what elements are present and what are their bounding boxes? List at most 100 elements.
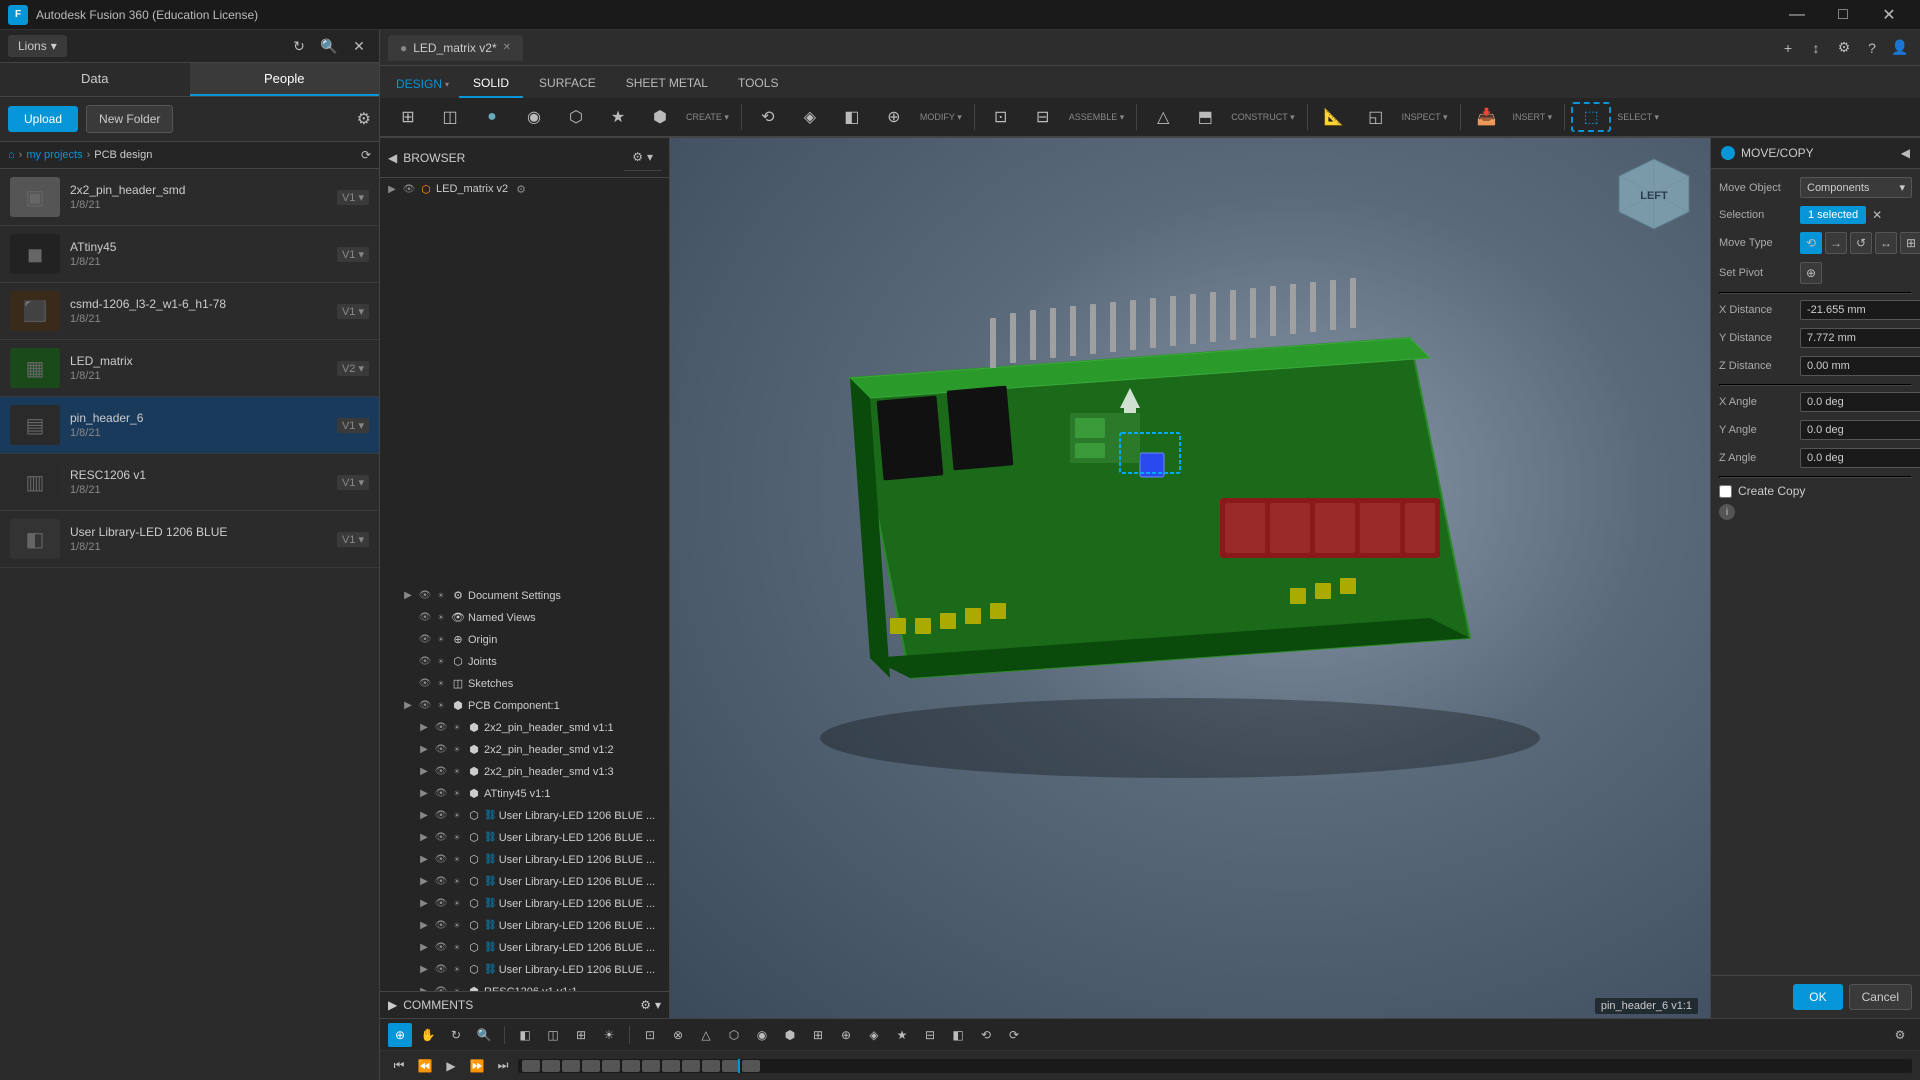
light-icon[interactable]: ☀ [434, 655, 448, 669]
expand-icon[interactable]: ▶ [416, 940, 432, 956]
tree-item-4[interactable]: 👁 ☀ ◫ Sketches [380, 673, 669, 695]
tb-btn5[interactable]: ◉ [750, 1023, 774, 1047]
construct-btn2[interactable]: ⬒ [1185, 104, 1225, 130]
tree-item-0[interactable]: ▶ 👁 ☀ ⚙ Document Settings [380, 585, 669, 607]
expand-icon[interactable]: ▶ [384, 181, 400, 197]
workspace-button[interactable]: Lions ▾ [8, 35, 67, 57]
assemble-btn2[interactable]: ⊟ [1023, 104, 1063, 130]
tree-item-3[interactable]: 👁 ☀ ⬡ Joints [380, 651, 669, 673]
search-button[interactable]: 🔍 [317, 34, 341, 58]
visibility-icon[interactable]: 👁 [434, 765, 448, 779]
chamfer-button[interactable]: ◧ [832, 104, 872, 130]
expand-icon[interactable] [400, 676, 416, 692]
tb-btn6[interactable]: ⬢ [778, 1023, 802, 1047]
selection-button[interactable]: 1 selected [1800, 206, 1866, 224]
expand-icon[interactable]: ▶ [416, 918, 432, 934]
expand-icon[interactable]: ▶ [400, 698, 416, 714]
move-type-other[interactable]: ⊞ [1900, 232, 1920, 254]
timeline-next-button[interactable]: ⏩ [466, 1055, 488, 1077]
project-item-p7[interactable]: ◧ User Library-LED 1206 BLUE 1/8/21 V1 ▾ [0, 511, 379, 568]
visibility-icon[interactable]: 👁 [418, 655, 432, 669]
tree-item-14[interactable]: ▶ 👁 ☀ ⬡ ⛓ User Library-LED 1206 BLUE ... [380, 893, 669, 915]
light-icon[interactable]: ☀ [434, 611, 448, 625]
light-icon[interactable]: ☀ [450, 919, 464, 933]
visibility-icon[interactable]: 👁 [434, 721, 448, 735]
timeline-start-button[interactable]: ⏮ [388, 1055, 410, 1077]
tb-btn3[interactable]: △ [694, 1023, 718, 1047]
panel-collapse-button[interactable]: ◀ [1901, 146, 1910, 160]
breadcrumb-my-projects[interactable]: my projects [26, 149, 82, 161]
zoom-button[interactable]: 🔍 [472, 1023, 496, 1047]
tb-btn9[interactable]: ◈ [862, 1023, 886, 1047]
visibility-icon[interactable]: 👁 [434, 743, 448, 757]
browser-collapse-button[interactable]: ◀ [388, 151, 397, 165]
set-pivot-button[interactable]: ⊕ [1800, 262, 1822, 284]
settings-button[interactable]: ⚙ [357, 109, 371, 129]
tab-surface[interactable]: SURFACE [525, 70, 610, 98]
hub-settings-button[interactable]: ⚙ [1832, 36, 1856, 60]
y-distance-input[interactable] [1800, 328, 1920, 348]
move-type-along-x[interactable]: → [1825, 232, 1847, 254]
select-btn1[interactable]: ⬚ [1571, 102, 1611, 132]
tb-btn11[interactable]: ⊟ [918, 1023, 942, 1047]
close-button[interactable]: ✕ [1866, 0, 1912, 30]
expand-icon[interactable]: ▶ [416, 984, 432, 992]
tree-item-12[interactable]: ▶ 👁 ☀ ⬡ ⛓ User Library-LED 1206 BLUE ... [380, 849, 669, 871]
tb-btn13[interactable]: ⟲ [974, 1023, 998, 1047]
home-icon[interactable]: ⌂ [8, 149, 15, 161]
environment-button[interactable]: ☀ [597, 1023, 621, 1047]
tree-item-10[interactable]: ▶ 👁 ☀ ⬡ ⛓ User Library-LED 1206 BLUE ... [380, 805, 669, 827]
light-icon[interactable]: ☀ [450, 765, 464, 779]
light-icon[interactable]: ☀ [434, 633, 448, 647]
tree-item-18[interactable]: ▶ 👁 ☀ ⬢ RESC1206 v1 v1:1 [380, 981, 669, 992]
move-type-rotate[interactable]: ↺ [1850, 232, 1872, 254]
new-tab-button[interactable]: + [1776, 36, 1800, 60]
selection-clear-button[interactable]: ✕ [1872, 208, 1882, 222]
create-copy-checkbox[interactable] [1719, 485, 1732, 498]
visibility-icon[interactable]: 👁 [434, 875, 448, 889]
pipe-button[interactable]: ⬢ [640, 104, 680, 130]
expand-icon[interactable]: ▶ [416, 720, 432, 736]
expand-icon[interactable]: ▶ [400, 588, 416, 604]
visibility-icon[interactable]: 👁 [434, 787, 448, 801]
visibility-icon[interactable]: 👁 [434, 809, 448, 823]
display-mode-button[interactable]: ◧ [513, 1023, 537, 1047]
z-distance-input[interactable] [1800, 356, 1920, 376]
visibility-icon[interactable]: 👁 [434, 941, 448, 955]
tree-item-9[interactable]: ▶ 👁 ☀ ⬢ ATtiny45 v1:1 [380, 783, 669, 805]
light-icon[interactable]: ☀ [434, 589, 448, 603]
timeline-prev-button[interactable]: ⏪ [414, 1055, 436, 1077]
visibility-icon[interactable]: 👁 [434, 963, 448, 977]
timeline-play-button[interactable]: ▶ [440, 1055, 462, 1077]
y-angle-input[interactable] [1800, 420, 1920, 440]
tb-btn10[interactable]: ★ [890, 1023, 914, 1047]
cancel-button[interactable]: Cancel [1849, 984, 1912, 1010]
tab-people[interactable]: People [190, 63, 380, 96]
expand-icon[interactable]: ▶ [416, 852, 432, 868]
project-item-p3[interactable]: ⬛ csmd-1206_l3-2_w1-6_h1-78 1/8/21 V1 ▾ [0, 283, 379, 340]
visibility-icon[interactable]: 👁 [418, 699, 432, 713]
assemble-btn1[interactable]: ⊡ [981, 104, 1021, 130]
construct-btn1[interactable]: △ [1143, 104, 1183, 130]
project-item-p6[interactable]: ▥ RESC1206 v1 1/8/21 V1 ▾ [0, 454, 379, 511]
expand-icon[interactable]: ▶ [416, 896, 432, 912]
expand-icon[interactable]: ▶ [416, 742, 432, 758]
tab-data[interactable]: Data [0, 63, 190, 96]
visibility-icon[interactable]: 👁 [434, 919, 448, 933]
visibility-icon[interactable]: 👁 [434, 897, 448, 911]
browser-settings-button[interactable]: ⚙ [632, 150, 643, 164]
inspect-btn2[interactable]: ◱ [1356, 104, 1396, 130]
light-icon[interactable]: ☀ [450, 831, 464, 845]
comments-collapse[interactable]: ▶ [388, 998, 397, 1012]
design-dropdown[interactable]: DESIGN ▾ [388, 70, 457, 98]
new-folder-button[interactable]: New Folder [86, 105, 173, 133]
project-item-p1[interactable]: ▣ 2x2_pin_header_smd 1/8/21 V1 ▾ [0, 169, 379, 226]
refresh-button[interactable]: ↻ [287, 34, 311, 58]
snap-button[interactable]: ⊡ [638, 1023, 662, 1047]
expand-icon[interactable] [400, 654, 416, 670]
tree-item-13[interactable]: ▶ 👁 ☀ ⬡ ⛓ User Library-LED 1206 BLUE ... [380, 871, 669, 893]
visual-style-button[interactable]: ◫ [541, 1023, 565, 1047]
shell-button[interactable]: ⊕ [874, 104, 914, 130]
move-type-scale[interactable]: ↔ [1875, 232, 1897, 254]
light-icon[interactable]: ☀ [450, 897, 464, 911]
